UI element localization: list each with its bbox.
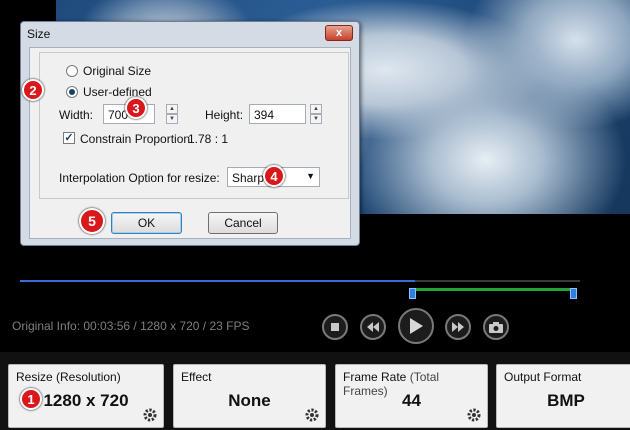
resize-panel-title: Resize (Resolution): [16, 370, 121, 384]
step-badge-1: 1: [20, 388, 42, 410]
spin-up-icon[interactable]: ▲: [310, 104, 322, 114]
step-badge-3: 3: [125, 97, 147, 119]
dialog-body: Original Size User-defined Width: 700 ▲ ▼…: [29, 47, 351, 239]
step-badge-5: 5: [79, 208, 105, 234]
gear-icon[interactable]: [304, 407, 320, 423]
output-format-panel-value: BMP: [547, 391, 585, 410]
close-icon: x: [335, 27, 343, 39]
dialog-title: Size: [27, 27, 51, 41]
spin-down-icon[interactable]: ▼: [166, 114, 178, 124]
trim-range: [412, 288, 574, 291]
previous-button[interactable]: [360, 314, 386, 340]
snapshot-button[interactable]: [483, 314, 509, 340]
effect-panel-title: Effect: [181, 370, 212, 384]
user-defined-label: User-defined: [83, 85, 152, 99]
next-icon: [452, 322, 464, 332]
close-button[interactable]: x: [325, 25, 353, 41]
step-badge-4: 4: [263, 165, 285, 187]
spin-up-icon[interactable]: ▲: [166, 104, 178, 114]
size-options-group: Original Size User-defined Width: 700 ▲ ▼…: [39, 52, 349, 199]
ok-button[interactable]: OK: [111, 212, 182, 234]
stop-button[interactable]: [322, 314, 348, 340]
effect-panel[interactable]: Effect None: [173, 364, 326, 428]
aspect-ratio-value: 1.78 : 1: [188, 132, 229, 146]
gear-icon[interactable]: [466, 407, 482, 423]
play-button[interactable]: [398, 308, 434, 344]
width-label: Width:: [59, 108, 94, 122]
constrain-label: Constrain Proportion: [80, 132, 191, 146]
trim-start-handle[interactable]: [409, 288, 416, 299]
output-format-panel[interactable]: Output Format BMP: [496, 364, 630, 428]
user-defined-radio[interactable]: [66, 86, 78, 98]
chevron-down-icon: ▼: [306, 171, 315, 181]
original-info: Original Info: 00:03:56 / 1280 x 720 / 2…: [12, 319, 250, 333]
trim-end-handle[interactable]: [570, 288, 577, 299]
timeline-track[interactable]: [20, 280, 580, 282]
spin-down-icon[interactable]: ▼: [310, 114, 322, 124]
height-spinner[interactable]: ▲ ▼: [310, 104, 322, 124]
previous-icon: [367, 322, 379, 332]
settings-panels: Resize (Resolution) 1280 x 720 Effect No…: [0, 352, 630, 430]
effect-panel-value: None: [228, 391, 271, 410]
frame-rate-panel[interactable]: Frame Rate (Total Frames) 44: [335, 364, 488, 428]
snapshot-icon: [489, 321, 503, 333]
timeline-progress: [20, 280, 415, 282]
width-spinner[interactable]: ▲ ▼: [166, 104, 178, 124]
height-input[interactable]: 394: [249, 104, 306, 124]
dialog-titlebar[interactable]: Size x: [21, 22, 359, 46]
constrain-checkbox[interactable]: ✓: [63, 132, 75, 144]
original-size-radio[interactable]: [66, 65, 78, 77]
play-icon: [410, 318, 423, 334]
size-dialog: Size x Original Size User-defined Width:…: [20, 21, 360, 246]
output-format-panel-title: Output Format: [504, 370, 582, 384]
interpolation-label: Interpolation Option for resize:: [59, 171, 220, 185]
gear-icon[interactable]: [142, 407, 158, 423]
original-size-label: Original Size: [83, 64, 152, 78]
stop-icon: [331, 323, 339, 331]
cancel-button[interactable]: Cancel: [208, 212, 278, 234]
step-badge-2: 2: [22, 79, 44, 101]
height-label: Height:: [205, 108, 244, 122]
frame-rate-panel-value: 44: [402, 391, 421, 410]
next-button[interactable]: [445, 314, 471, 340]
